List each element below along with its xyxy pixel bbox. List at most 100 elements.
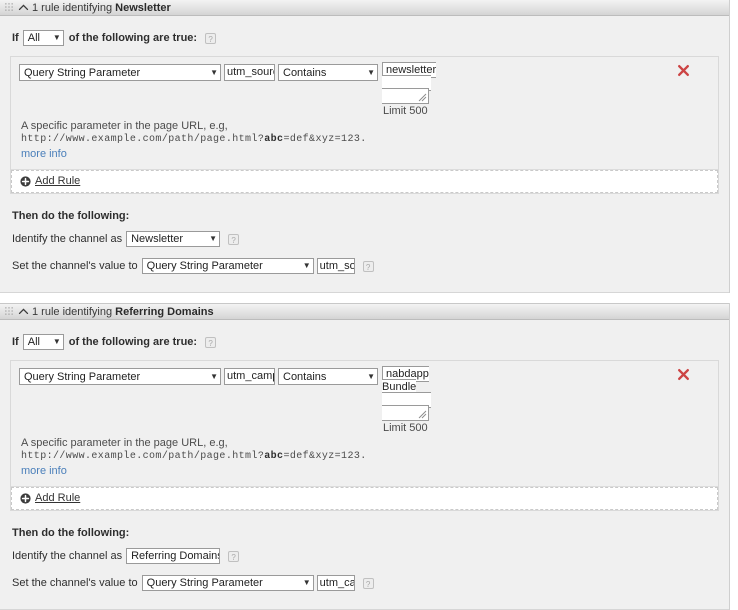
value-parameter-input[interactable]: utm_sou [316, 258, 355, 274]
condition-type-select[interactable]: Query String Parameter ▼ [19, 64, 221, 81]
resize-grip-icon[interactable] [418, 410, 427, 419]
add-rule-link[interactable]: Add Rule [35, 492, 80, 504]
limit-label: Limit 500 [383, 105, 428, 117]
url-example-bold: abc [264, 451, 284, 462]
value-source-value: Query String Parameter [146, 577, 263, 589]
rule-description-line1: A specific parameter in the page URL, e.… [21, 120, 228, 132]
operator-select[interactable]: Contains ▼ [278, 64, 378, 81]
rule-description-line2: http://www.example.com/path/page.html?ab… [21, 133, 381, 147]
value-source-select[interactable]: Query String Parameter ▼ [141, 258, 314, 274]
operator-value: Contains [283, 370, 327, 383]
help-icon[interactable]: ? [205, 32, 217, 44]
more-info-link[interactable]: more info [21, 148, 67, 161]
rule-fields: Query String Parameter ▼ utm_campa Conta… [19, 366, 710, 434]
operator-value: Contains [283, 66, 327, 79]
parameter-input[interactable]: utm_campa [224, 368, 275, 385]
set-value-row: Set the channel's value to Query String … [12, 257, 719, 275]
resize-grip-icon[interactable] [418, 93, 427, 102]
operator-select[interactable]: Contains ▼ [278, 368, 378, 385]
set-value-row: Set the channel's value to Query String … [12, 574, 719, 592]
parameter-input[interactable]: utm_source [224, 64, 275, 81]
chevron-down-icon: ▼ [210, 371, 218, 381]
match-mode-value: All [27, 336, 40, 348]
identify-channel-label: Identify the channel as [12, 233, 123, 245]
plus-circle-icon [20, 175, 31, 187]
help-icon[interactable]: ? [228, 233, 240, 245]
value-column: newsletter Limit 500 [382, 62, 437, 117]
value-source-select[interactable]: Query String Parameter ▼ [141, 575, 314, 591]
value-text: nabdapp Bundle [382, 368, 429, 393]
help-icon[interactable]: ? [228, 550, 240, 562]
chevron-down-icon: ▼ [52, 337, 61, 346]
chevron-up-icon[interactable] [18, 306, 29, 317]
match-mode-select[interactable]: All ▼ [22, 30, 64, 46]
remove-rule-icon[interactable] [677, 64, 690, 77]
rule-row: Query String Parameter ▼ utm_campa Conta… [11, 361, 718, 487]
url-example-post: =def&xyz=123. [283, 134, 367, 145]
match-mode-row-newsletter: If All ▼ of the following are true: ? [12, 29, 719, 47]
then-title: Then do the following: [12, 210, 130, 222]
value-source-value: Query String Parameter [146, 260, 263, 272]
remove-rule-icon[interactable] [677, 368, 690, 381]
chevron-down-icon: ▼ [367, 67, 375, 77]
drag-handle-icon[interactable] [5, 3, 14, 12]
if-label: If [12, 32, 19, 44]
rule-description: A specific parameter in the page URL, e.… [21, 437, 381, 478]
identify-channel-label: Identify the channel as [12, 550, 123, 562]
channel-rules-page: 1 rule identifying Newsletter If All ▼ o… [0, 0, 738, 610]
chevron-down-icon: ▼ [52, 33, 61, 42]
rule-description: A specific parameter in the page URL, e.… [21, 120, 381, 161]
value-textarea[interactable]: newsletter [382, 62, 437, 104]
url-example-post: =def&xyz=123. [283, 451, 367, 462]
condition-type-value: Query String Parameter [24, 370, 141, 383]
panel-bottom-divider [0, 292, 729, 293]
if-label: If [12, 336, 19, 348]
url-example-bold: abc [264, 134, 284, 145]
match-mode-select[interactable]: All ▼ [22, 334, 64, 350]
panel-title-strong: Referring Domains [115, 305, 214, 318]
panel-header-referring-domains[interactable]: 1 rule identifying Referring Domains [0, 303, 729, 320]
condition-type-select[interactable]: Query String Parameter ▼ [19, 368, 221, 385]
rule-panel-referring-domains: 1 rule identifying Referring Domains If … [0, 303, 730, 610]
rule-fields: Query String Parameter ▼ utm_source Cont… [19, 62, 710, 117]
value-textarea[interactable]: nabdapp Bundle [382, 366, 431, 421]
chevron-down-icon: ▼ [209, 234, 218, 243]
set-value-label: Set the channel's value to [12, 577, 138, 589]
channel-select[interactable]: Newsletter ▼ [126, 231, 221, 247]
help-icon[interactable]: ? [362, 260, 374, 272]
add-rule-bar[interactable]: Add Rule [11, 487, 718, 510]
panel-body-referring-domains: If All ▼ of the following are true: ? Qu… [0, 320, 729, 609]
channel-select[interactable]: Referring Domains ▼ [126, 548, 221, 564]
identify-channel-row: Identify the channel as Newsletter ▼ ? [12, 230, 719, 248]
chevron-down-icon: ▼ [302, 261, 311, 270]
panel-title-strong: Newsletter [115, 1, 171, 14]
rule-description-line2: http://www.example.com/path/page.html?ab… [21, 450, 381, 464]
add-rule-bar[interactable]: Add Rule [11, 170, 718, 193]
more-info-link[interactable]: more info [21, 465, 67, 478]
chevron-up-icon[interactable] [18, 2, 29, 13]
then-title: Then do the following: [12, 527, 130, 539]
add-rule-link[interactable]: Add Rule [35, 175, 80, 187]
value-parameter-input[interactable]: utm_cam [316, 575, 355, 591]
chevron-down-icon: ▼ [302, 578, 311, 587]
panel-header-newsletter[interactable]: 1 rule identifying Newsletter [0, 0, 729, 16]
rules-container-newsletter: Query String Parameter ▼ utm_source Cont… [10, 56, 719, 194]
if-suffix-label: of the following are true: [68, 32, 198, 44]
identify-channel-row: Identify the channel as Referring Domain… [12, 547, 719, 565]
panel-body-newsletter: If All ▼ of the following are true: ? Qu… [0, 16, 729, 292]
rule-description-line1: A specific parameter in the page URL, e.… [21, 437, 228, 449]
rule-row: Query String Parameter ▼ utm_source Cont… [11, 57, 718, 170]
drag-handle-icon[interactable] [5, 307, 14, 316]
condition-type-value: Query String Parameter [24, 66, 141, 79]
rules-container-referring-domains: Query String Parameter ▼ utm_campa Conta… [10, 360, 719, 511]
channel-value: Newsletter [131, 233, 184, 245]
value-column: nabdapp Bundle Limit 500 [382, 366, 431, 434]
match-mode-value: All [27, 32, 40, 44]
help-icon[interactable]: ? [205, 336, 217, 348]
help-icon[interactable]: ? [362, 577, 374, 589]
plus-circle-icon [20, 492, 31, 504]
if-suffix-label: of the following are true: [68, 336, 198, 348]
panel-title-prefix: 1 rule identifying [32, 1, 116, 14]
value-text: newsletter [386, 64, 437, 76]
panel-title-referring-domains: 1 rule identifying Referring Domains [32, 306, 214, 318]
